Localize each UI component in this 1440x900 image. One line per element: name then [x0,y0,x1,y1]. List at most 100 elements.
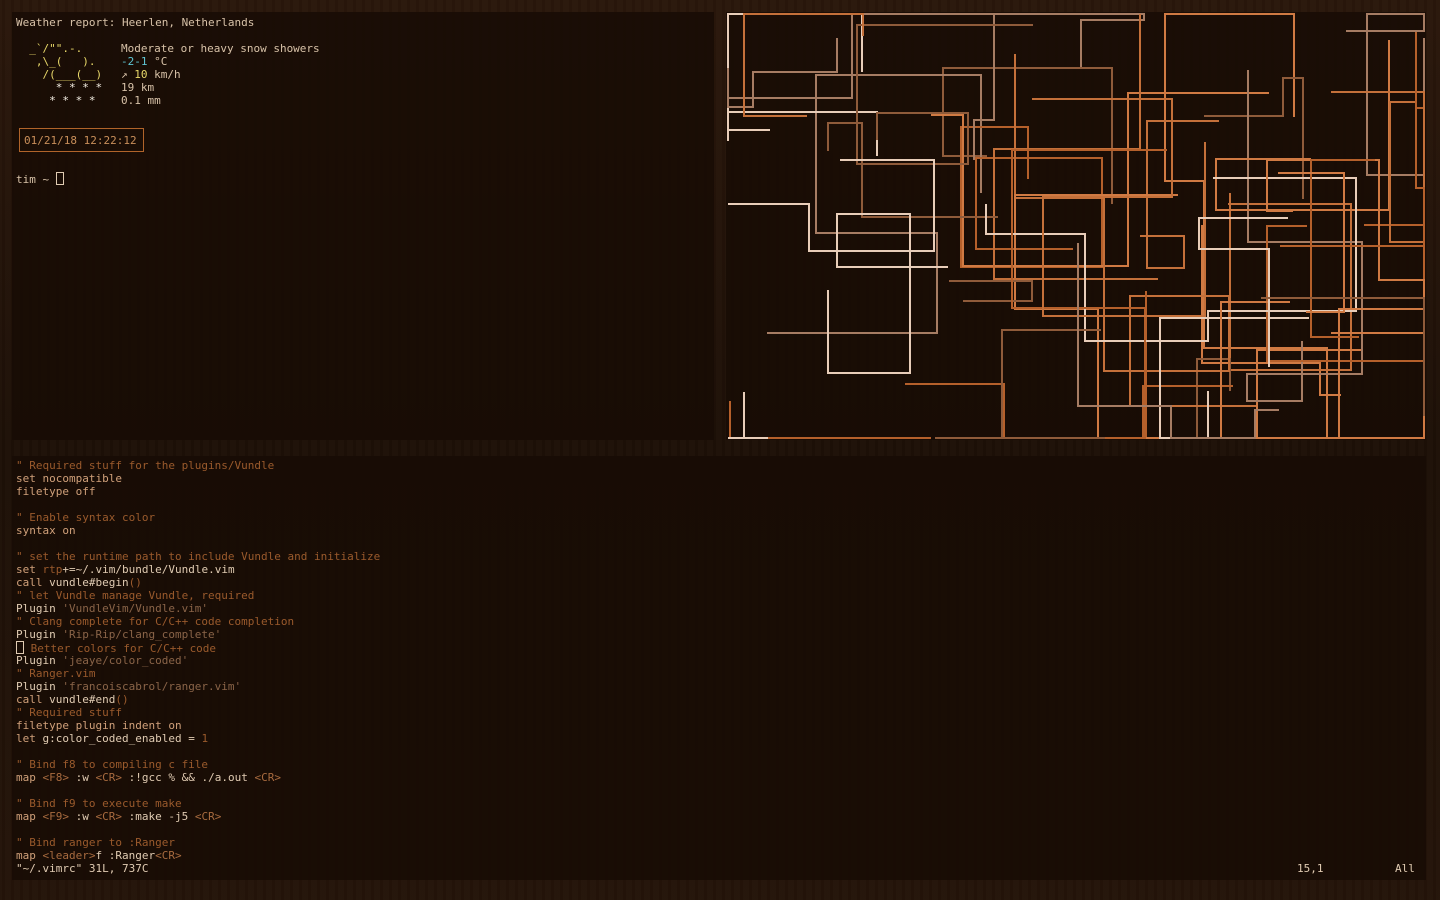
temperature-value: -2-1 [121,55,148,68]
vim-line: " let Vundle manage Vundle, required [16,589,380,602]
vim-token: f :Ranger [95,849,156,862]
vim-line: set rtp+=~/.vim/bundle/Vundle.vim [16,563,380,576]
vim-line: Plugin 'VundleVim/Vundle.vim' [16,602,380,615]
pipe-segment [743,13,864,117]
terminal-pane-weather[interactable]: Weather report: Heerlen, Netherlands _`/… [12,12,714,440]
vim-token: 1 [201,732,209,745]
pipe-segment [945,13,1145,67]
pipe-segment [856,24,1033,165]
pipe-segment [1159,317,1309,439]
vim-token: " Bind f8 to compiling c file [16,758,209,771]
vim-buffer[interactable]: " Required stuff for the plugins/Vundle s… [16,459,380,862]
pipe-segment [1014,54,1256,407]
wind-unit: km/h [147,68,181,81]
vim-line: map <leader>f :Ranger<CR> [16,849,380,862]
shell-prompt: tim ~ [16,173,56,186]
vim-token: " Required stuff [16,706,122,719]
weather-art-line: ,\_( ). [16,55,109,68]
vim-token: g:color_coded_enabled = [42,732,202,745]
vim-token: <CR> [95,810,123,823]
pipe-segment [727,14,770,140]
pipe-segment [993,14,1158,280]
vim-token: let [16,732,43,745]
vim-line: Plugin 'francoiscabrol/ranger.vim' [16,680,380,693]
vim-line: set nocompatible [16,472,380,485]
vim-cursor-position: 15,1 [1297,862,1324,875]
vim-token: <CR> [95,771,123,784]
clock-widget: 01/21/18 12:22:12 [19,128,144,152]
weather-precipitation: 0.1 mm [121,94,161,107]
vim-token: map [16,771,43,784]
vim-token: 'jeaye/color_coded' [62,654,189,667]
vim-token: :!gcc % && ./a.out [122,771,255,784]
snowflake-icon: * * * * [16,81,116,94]
wind-value: 10 [134,68,148,81]
pipe-segment [727,13,878,156]
vim-token: filetype plugin indent on [16,719,182,732]
vim-token: map [16,810,43,823]
pipe-segment [729,401,931,439]
vim-line: Plugin 'Rip-Rip/clang_complete' [16,628,380,641]
terminal-cursor [55,172,64,185]
pipes-animation [727,13,1425,439]
weather-art-line: _`/"".-. [16,42,109,55]
vim-line: " Enable syntax color [16,511,380,524]
shell-prompt-line[interactable]: tim ~ [16,172,64,186]
vim-line: Plugin 'jeaye/color_coded' [16,654,380,667]
temperature-unit: °C [147,55,168,68]
vim-scroll-position: All [1395,862,1415,875]
vim-token: :w [69,771,96,784]
vim-line: Better colors for C/C++ code [16,641,380,655]
vim-line [16,745,380,758]
vim-line: map <F8> :w <CR> :!gcc % && ./a.out <CR> [16,771,380,784]
vim-line: " Clang complete for C/C++ code completi… [16,615,380,628]
weather-title: Weather report: Heerlen, Netherlands [16,16,255,29]
vim-token: map [16,849,43,862]
vim-line: let g:color_coded_enabled = 1 [16,732,380,745]
vim-token: vundle#begin [49,576,129,589]
vim-line: filetype off [16,485,380,498]
vim-token: call [16,576,50,589]
vim-token: Plugin [16,680,63,693]
weather-wind: ↗ 10 km/h [121,68,181,81]
pipe-segment [1261,297,1425,416]
vim-token: nocompatible [42,472,122,485]
vim-line: " set the runtime path to include Vundle… [16,550,380,563]
terminal-pane-pipes[interactable] [726,12,1426,440]
vim-token: rtp [42,563,63,576]
vim-token: " set the runtime path to include Vundle… [16,550,381,563]
pipe-segment [827,213,948,374]
pipe-segment [1032,98,1206,317]
weather-visibility: 19 km [121,81,155,94]
vim-token: vundle#end [49,693,116,706]
vim-line: map <F9> :w <CR> :make -j5 <CR> [16,810,380,823]
vim-token: <CR> [155,849,182,862]
vim-line: " Required stuff [16,706,380,719]
vim-token: <CR> [194,810,222,823]
pipe-segment [827,122,998,218]
clock-datetime: 01/21/18 12:22:12 [24,134,137,147]
vim-token: <F9> [42,810,70,823]
vim-token: " Clang complete for C/C++ code completi… [16,615,295,628]
terminal-pane-vim[interactable]: " Required stuff for the plugins/Vundle s… [12,456,1426,880]
vim-token: +=~/.vim/bundle/Vundle.vim [62,563,235,576]
vim-token: Plugin [16,602,63,615]
vim-token: 'francoiscabrol/ranger.vim' [62,680,242,693]
vim-token: set [16,563,43,576]
vim-line: call vundle#end() [16,693,380,706]
vim-token: () [128,576,142,589]
vim-token: :make -j5 [122,810,195,823]
weather-art-line: /(___(__) [16,68,109,81]
vim-token: <leader> [42,849,96,862]
vim-token: " Ranger.vim [16,667,96,680]
vim-line [16,537,380,550]
vim-token: " Enable syntax color [16,511,156,524]
vim-status-message: "~/.vimrc" 31L, 737C [16,862,149,875]
vim-line: filetype plugin indent on [16,719,380,732]
vim-line [16,784,380,797]
vim-token: call [16,693,50,706]
vim-token: Plugin [16,654,63,667]
vim-token: " Bind ranger to :Ranger [16,836,175,849]
vim-token: filetype [16,485,76,498]
vim-line [16,498,380,511]
